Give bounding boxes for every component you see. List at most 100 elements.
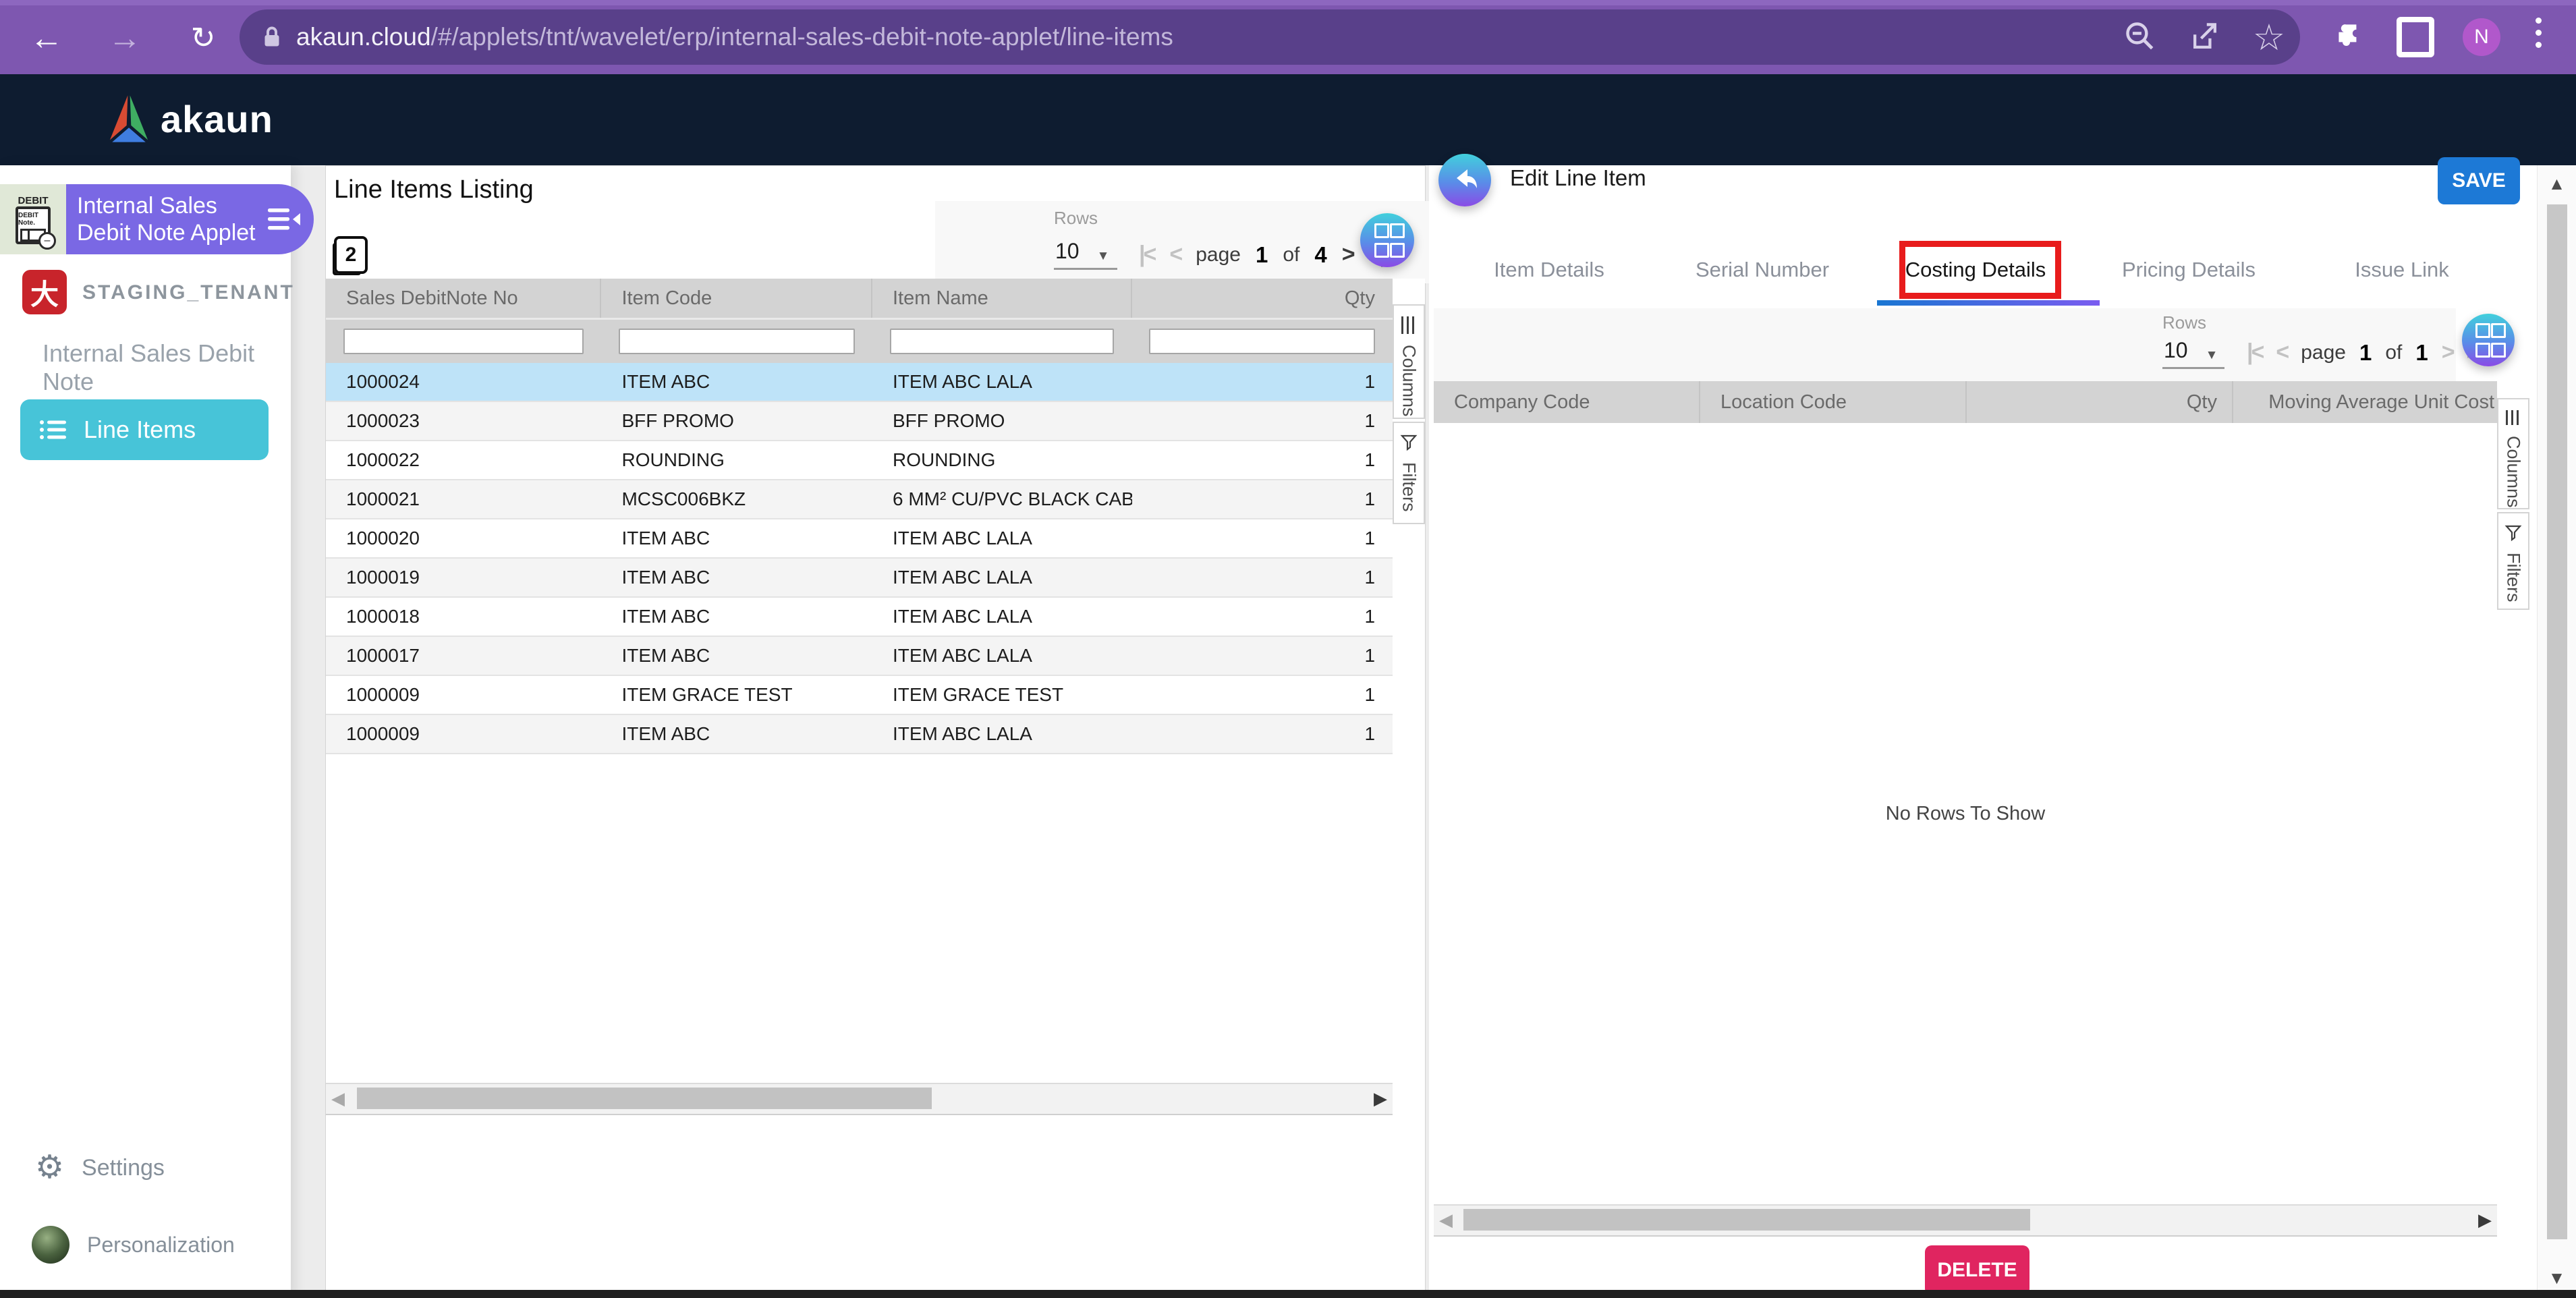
duplicate-pages-icon[interactable]: 2 bbox=[334, 236, 368, 274]
browser-forward-icon[interactable]: → bbox=[101, 5, 148, 70]
detail-prev-page-icon[interactable]: < bbox=[2276, 339, 2287, 366]
table-row[interactable]: 1000020ITEM ABCITEM ABC LALA1 bbox=[326, 519, 1393, 559]
akaun-logo-icon bbox=[107, 93, 151, 144]
screen: ← → ↻ akaun.cloud/#/applets/tnt/wavelet/… bbox=[0, 0, 2576, 1298]
browser-menu-icon[interactable] bbox=[2536, 18, 2542, 48]
detail-title: Edit Line Item bbox=[1510, 165, 1646, 191]
costing-details-table: Company Code Location Code Qty Moving Av… bbox=[1434, 381, 2497, 1237]
browser-toolbar: ← → ↻ akaun.cloud/#/applets/tnt/wavelet/… bbox=[0, 0, 2576, 74]
grid-view-button[interactable] bbox=[1360, 213, 1414, 267]
zoom-out-icon[interactable] bbox=[2117, 13, 2164, 61]
side-panel-icon[interactable] bbox=[2392, 13, 2439, 61]
browser-reload-icon[interactable]: ↻ bbox=[179, 5, 227, 70]
url-text[interactable]: akaun.cloud/#/applets/tnt/wavelet/erp/in… bbox=[296, 23, 1173, 51]
cell-code: ITEM ABC bbox=[601, 645, 872, 667]
table-row[interactable]: 1000018ITEM ABCITEM ABC LALA1 bbox=[326, 598, 1393, 637]
rows-label: Rows bbox=[1054, 208, 1098, 229]
next-page-icon[interactable]: > bbox=[1342, 242, 1353, 268]
page-vertical-scrollbar[interactable]: ▲ ▼ bbox=[2537, 165, 2576, 1298]
cell-code: MCSC006BKZ bbox=[601, 488, 872, 510]
browser-back-icon[interactable]: ← bbox=[23, 5, 70, 70]
tab-costing-details[interactable]: Costing Details bbox=[1869, 245, 2082, 295]
tab-issue-link[interactable]: Issue Link bbox=[2295, 245, 2509, 295]
detail-filters-tool-tab[interactable]: Filters bbox=[2497, 512, 2529, 610]
table-row[interactable]: 1000009ITEM GRACE TESTITEM GRACE TEST1 bbox=[326, 676, 1393, 715]
sidebar-item-settings[interactable]: ⚙ Settings bbox=[35, 1152, 165, 1184]
personalization-avatar bbox=[32, 1226, 69, 1264]
delete-button[interactable]: DELETE bbox=[1925, 1245, 2029, 1295]
prev-page-icon[interactable]: < bbox=[1169, 242, 1181, 268]
collapse-menu-icon[interactable] bbox=[267, 204, 302, 237]
col-header-company-code[interactable]: Company Code bbox=[1434, 381, 1700, 423]
filters-tool-tab[interactable]: Filters bbox=[1393, 422, 1425, 524]
back-button[interactable] bbox=[1438, 154, 1491, 206]
detail-next-page-icon[interactable]: > bbox=[2442, 339, 2453, 366]
col-header-qty[interactable]: Qty bbox=[1132, 279, 1393, 318]
pagination: |< < page 1 of 4 > >| bbox=[1139, 242, 1384, 268]
tab-item-details[interactable]: Item Details bbox=[1443, 245, 1656, 295]
table-row[interactable]: 1000019ITEM ABCITEM ABC LALA1 bbox=[326, 559, 1393, 598]
detail-columns-tool-tab[interactable]: Columns bbox=[2497, 398, 2529, 509]
save-button[interactable]: SAVE bbox=[2438, 157, 2520, 204]
filter-input-item-code[interactable] bbox=[619, 329, 854, 354]
table-row[interactable]: 1000017ITEM ABCITEM ABC LALA1 bbox=[326, 637, 1393, 676]
col-header-sales-debitnote-no[interactable]: Sales DebitNote No bbox=[326, 279, 601, 318]
detail-rows-per-page-select[interactable]: 10 ▼ bbox=[2162, 338, 2224, 369]
tab-serial-number[interactable]: Serial Number bbox=[1656, 245, 1869, 295]
first-page-icon[interactable]: |< bbox=[1139, 242, 1154, 268]
table-row[interactable]: 1000022ROUNDINGROUNDING1 bbox=[326, 441, 1393, 480]
browser-profile-avatar[interactable]: N bbox=[2463, 18, 2500, 56]
share-icon[interactable] bbox=[2181, 13, 2229, 61]
columns-icon bbox=[2506, 410, 2521, 425]
applet-icon-title: DEBIT bbox=[18, 195, 49, 206]
col-header-item-name[interactable]: Item Name bbox=[872, 279, 1132, 318]
cell-qty: 1 bbox=[1132, 410, 1393, 432]
address-bar[interactable]: akaun.cloud/#/applets/tnt/wavelet/erp/in… bbox=[240, 9, 2300, 65]
columns-tool-tab[interactable]: Columns bbox=[1393, 304, 1425, 419]
detail-grid-view-button[interactable] bbox=[2462, 314, 2515, 366]
table-row[interactable]: 1000021MCSC006BKZ6 MM² CU/PVC BLACK CABL… bbox=[326, 480, 1393, 519]
scrollbar-thumb[interactable] bbox=[357, 1088, 932, 1109]
detail-horizontal-scrollbar[interactable]: ◀ ▶ bbox=[1434, 1204, 2497, 1235]
filter-input-sales-debitnote-no[interactable] bbox=[343, 329, 584, 354]
scroll-right-icon[interactable]: ▶ bbox=[2478, 1208, 2492, 1231]
filters-tab-label: Filters bbox=[1399, 462, 1420, 512]
scroll-right-icon[interactable]: ▶ bbox=[1374, 1087, 1387, 1110]
filter-input-qty[interactable] bbox=[1149, 329, 1375, 354]
tenant-name: STAGING_TENANT bbox=[82, 281, 295, 304]
cell-code: ITEM ABC bbox=[601, 723, 872, 745]
scrollbar-thumb[interactable] bbox=[1463, 1209, 2030, 1231]
col-header-location-code[interactable]: Location Code bbox=[1700, 381, 1967, 423]
col-header-qty[interactable]: Qty bbox=[1967, 381, 2233, 423]
horizontal-scrollbar[interactable]: ◀ ▶ bbox=[326, 1083, 1393, 1114]
funnel-icon bbox=[2504, 524, 2522, 542]
detail-first-page-icon[interactable]: |< bbox=[2247, 339, 2262, 366]
bookmark-star-icon[interactable]: ☆ bbox=[2245, 13, 2293, 61]
applet-banner[interactable]: Internal Sales Debit Note Applet bbox=[66, 184, 314, 254]
col-header-moving-average-unit-cost[interactable]: Moving Average Unit Cost bbox=[2233, 381, 2497, 423]
cell-code: ITEM ABC bbox=[601, 606, 872, 627]
cell-qty: 1 bbox=[1132, 606, 1393, 627]
extensions-puzzle-icon[interactable] bbox=[2328, 13, 2375, 61]
sidebar-item-personalization[interactable]: Personalization bbox=[32, 1226, 235, 1264]
cell-name: ITEM ABC LALA bbox=[872, 606, 1132, 627]
sidebar: DEBIT DEBIT Note. – Internal Sales Debit… bbox=[0, 165, 291, 1298]
rows-per-page-select[interactable]: 10 ▼ bbox=[1054, 239, 1117, 270]
table-row[interactable]: 1000023BFF PROMOBFF PROMO1 bbox=[326, 402, 1393, 441]
sidebar-item-line-items[interactable]: Line Items bbox=[20, 399, 269, 460]
columns-icon bbox=[1401, 316, 1416, 334]
grid-icon bbox=[2475, 323, 2502, 358]
scrollbar-thumb[interactable] bbox=[2547, 204, 2567, 1239]
cell-qty: 1 bbox=[1132, 488, 1393, 510]
scroll-up-icon[interactable]: ▲ bbox=[2538, 173, 2576, 194]
scroll-left-icon[interactable]: ◀ bbox=[1439, 1208, 1453, 1231]
table-row[interactable]: 1000024ITEM ABCITEM ABC LALA1 bbox=[326, 363, 1393, 402]
scroll-left-icon[interactable]: ◀ bbox=[331, 1087, 345, 1110]
detail-page-word: page bbox=[2301, 341, 2346, 364]
tab-pricing-details[interactable]: Pricing Details bbox=[2082, 245, 2295, 295]
table-row[interactable]: 1000009ITEM ABCITEM ABC LALA1 bbox=[326, 715, 1393, 754]
scroll-down-icon[interactable]: ▼ bbox=[2538, 1268, 2576, 1289]
taskbar-edge bbox=[0, 1290, 2576, 1298]
col-header-item-code[interactable]: Item Code bbox=[601, 279, 872, 318]
filter-input-item-name[interactable] bbox=[890, 329, 1115, 354]
